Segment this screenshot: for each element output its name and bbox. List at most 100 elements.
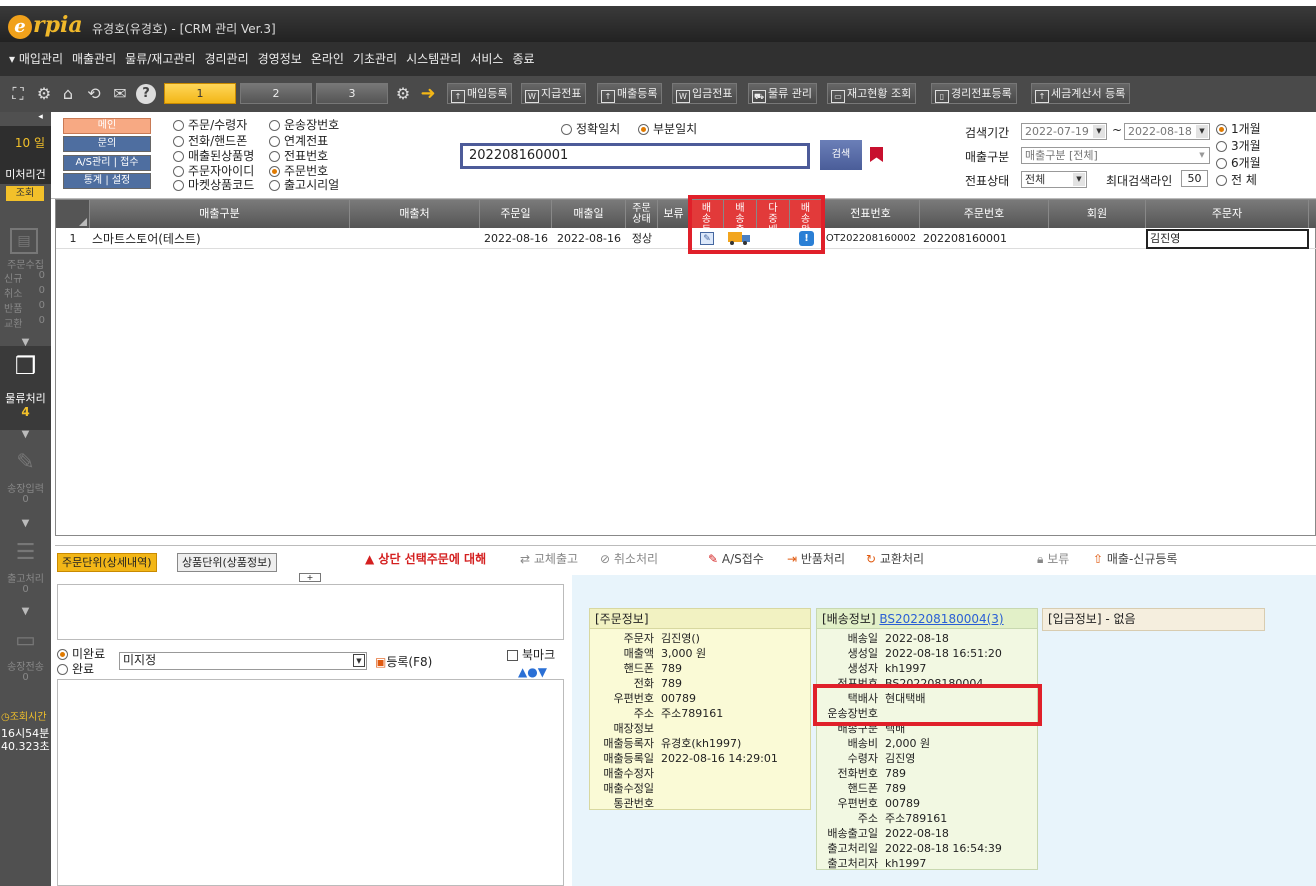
memo-textarea[interactable] xyxy=(57,584,564,640)
page-tab-3[interactable]: 3 xyxy=(316,83,388,104)
opt-market-code[interactable]: 마켓상품코드 xyxy=(173,176,254,193)
help-icon[interactable]: ? xyxy=(136,84,156,104)
arrow-right-icon[interactable]: ➜ xyxy=(418,84,438,104)
sales-type-select[interactable]: 매출구분 [전체] ▼ xyxy=(1021,147,1210,164)
order-collect-label: 주문수집 xyxy=(7,260,44,271)
collapse-icon[interactable]: ◂ xyxy=(30,112,51,122)
main-button[interactable]: 메인 xyxy=(63,118,151,134)
col-hold[interactable]: 보류 xyxy=(658,200,690,228)
expand-button[interactable]: + xyxy=(299,573,321,582)
menu-service[interactable]: 서비스 xyxy=(470,42,503,76)
col-order-date[interactable]: 주문일 xyxy=(480,200,552,228)
logistics-manage-button[interactable]: ⛟ 물류 관리 xyxy=(748,83,817,104)
opt-tracking-no[interactable]: 운송장번호 xyxy=(269,116,339,133)
stats-settings-button[interactable]: 통계 | 설정 xyxy=(63,173,151,189)
box-icon[interactable]: ❒ xyxy=(0,352,51,380)
complete-radio[interactable]: 완료 xyxy=(57,660,94,677)
opt-serial[interactable]: 출고시리얼 xyxy=(269,176,339,193)
menu-exit[interactable]: 종료 xyxy=(512,42,534,76)
opt-partial-match[interactable]: 부분일치 xyxy=(638,120,697,137)
col-slip-no[interactable]: 전표번호 xyxy=(822,200,920,228)
deposit-slip-button[interactable]: W 입금전표 xyxy=(672,83,738,104)
radio-icon xyxy=(173,151,184,162)
settings-gear-icon[interactable]: ⚙ xyxy=(393,84,413,104)
exchange-process-button[interactable]: ↻ 교환처리 xyxy=(866,550,924,567)
payment-slip-button[interactable]: W 지급전표 xyxy=(521,83,587,104)
col-customer[interactable]: 매출처 xyxy=(350,200,480,228)
menu-purchase[interactable]: ▾ 매입관리 xyxy=(9,42,63,76)
order-info-panel: [주문정보] [배송정보] BS202208180004(3) [입금정보] -… xyxy=(572,575,1316,886)
purchase-register-button[interactable]: ↑ 매입등록 xyxy=(447,83,513,104)
col-order-no[interactable]: 주문번호 xyxy=(920,200,1049,228)
radio-icon xyxy=(638,124,649,135)
order-info-value: 유경호(kh1997) xyxy=(661,737,742,750)
monitor-icon[interactable]: ▭ xyxy=(0,628,51,653)
ship-info-value: 00789 xyxy=(885,797,920,810)
menu-basic[interactable]: 기초관리 xyxy=(353,42,397,76)
page-tab-1[interactable]: 1 xyxy=(164,83,236,104)
gear-icon[interactable]: ⚙ xyxy=(34,84,54,104)
opt-exact-match[interactable]: 정확일치 xyxy=(561,120,620,137)
as-receive-button[interactable]: ✎ A/S접수 xyxy=(708,550,764,567)
register-button[interactable]: ▣등록(F8) xyxy=(375,653,432,670)
opt-orderer[interactable]: 주문/수령자 xyxy=(173,116,247,133)
replace-release-button[interactable]: ⇄ 교체출고 xyxy=(520,550,578,567)
tilde-label: ~ xyxy=(1112,123,1123,137)
range-1m[interactable]: 1개월 xyxy=(1216,120,1261,137)
slip-status-select[interactable]: 전체 ▼ xyxy=(1021,171,1087,188)
hold-button[interactable]: 🔒︎ 보류 xyxy=(1037,550,1069,567)
menu-online[interactable]: 온라인 xyxy=(311,42,344,76)
col-sales-type[interactable]: 매출구분 xyxy=(90,200,350,228)
tab-product-detail[interactable]: 상품단위(상품정보) xyxy=(177,553,277,572)
sales-register-button[interactable]: ↑ 매출등록 xyxy=(597,83,663,104)
row-sales-type: 스마트스토어(테스트) xyxy=(92,232,201,246)
ship-info-value: 2022-08-18 xyxy=(885,632,949,645)
home-icon[interactable]: ⌂ xyxy=(58,84,78,104)
lookup-button[interactable]: 조회 xyxy=(6,186,44,201)
order-collect-icon[interactable]: ▤ xyxy=(10,228,38,254)
date-to-input[interactable]: 2022-08-18 ▼ xyxy=(1124,123,1210,140)
network-icon[interactable]: ⛶ xyxy=(8,84,28,104)
sort-arrows-icon[interactable]: ▲●▼ xyxy=(518,665,547,679)
refresh-icon[interactable]: ⟲ xyxy=(84,84,104,104)
as-manage-button[interactable]: A/S관리 | 접수 xyxy=(63,155,151,171)
menu-system[interactable]: 시스템관리 xyxy=(406,42,461,76)
menu-sales[interactable]: 매출관리 xyxy=(72,42,116,76)
max-lines-input[interactable]: 50 xyxy=(1181,170,1208,187)
col-order-status[interactable]: 주문상태 xyxy=(626,200,658,228)
upload-icon: ↑ xyxy=(1035,90,1049,103)
list-icon[interactable]: ☰ xyxy=(0,540,51,565)
menu-logistics[interactable]: 물류/재고관리 xyxy=(125,42,195,76)
range-6m[interactable]: 6개월 xyxy=(1216,154,1261,171)
edit-icon[interactable]: ✎ xyxy=(0,450,51,475)
bookmark-icon[interactable] xyxy=(870,147,883,162)
range-all[interactable]: 전 체 xyxy=(1216,171,1257,188)
menu-accounting[interactable]: 경리관리 xyxy=(204,42,248,76)
col-member[interactable]: 회원 xyxy=(1049,200,1146,228)
mail-icon[interactable]: ✉ xyxy=(110,84,130,104)
memo-list[interactable] xyxy=(57,679,564,886)
stock-status-button[interactable]: ▭ 재고현황 조회 xyxy=(827,83,917,104)
search-input[interactable]: 202208160001 xyxy=(460,143,810,169)
page-tab-2[interactable]: 2 xyxy=(240,83,312,104)
tab-order-detail[interactable]: 주문단위(상세내역) xyxy=(57,553,157,572)
inquiry-button[interactable]: 문의 xyxy=(63,136,151,152)
date-from-input[interactable]: 2022-07-19 ▼ xyxy=(1021,123,1107,140)
cancel-process-button[interactable]: ⊘ 취소처리 xyxy=(600,550,658,567)
return-icon: ⇥ xyxy=(787,552,798,566)
col-orderer[interactable]: 주문자 xyxy=(1146,200,1309,228)
memo-category-select[interactable]: 미지정 ▼ xyxy=(119,652,367,670)
return-process-button[interactable]: ⇥ 반품처리 xyxy=(787,550,845,567)
accounting-slip-button[interactable]: ▯ 경리전표등록 xyxy=(931,83,1017,104)
search-button[interactable]: 검색 xyxy=(820,140,862,170)
menu-management[interactable]: 경영정보 xyxy=(258,42,302,76)
ship-slip-link[interactable]: BS202208180004(3) xyxy=(879,612,1003,626)
sales-new-register-button[interactable]: ⇧ 매출-신규등록 xyxy=(1093,550,1177,567)
range-3m[interactable]: 3개월 xyxy=(1216,137,1261,154)
bookmark-checkbox[interactable]: 북마크 xyxy=(507,646,555,663)
left-sidebar: ◂ 10 일 미처리건 조회 ▤ 주문수집 신규 0 취소 0 반품 0 교환 0 ▼ … xyxy=(0,112,51,886)
order-info-title: [주문정보] xyxy=(590,609,810,629)
tax-invoice-button[interactable]: ↑ 세금계산서 등록 xyxy=(1031,83,1131,104)
row-orderer[interactable]: 김진영 xyxy=(1146,229,1309,249)
col-sales-date[interactable]: 매출일 xyxy=(552,200,626,228)
